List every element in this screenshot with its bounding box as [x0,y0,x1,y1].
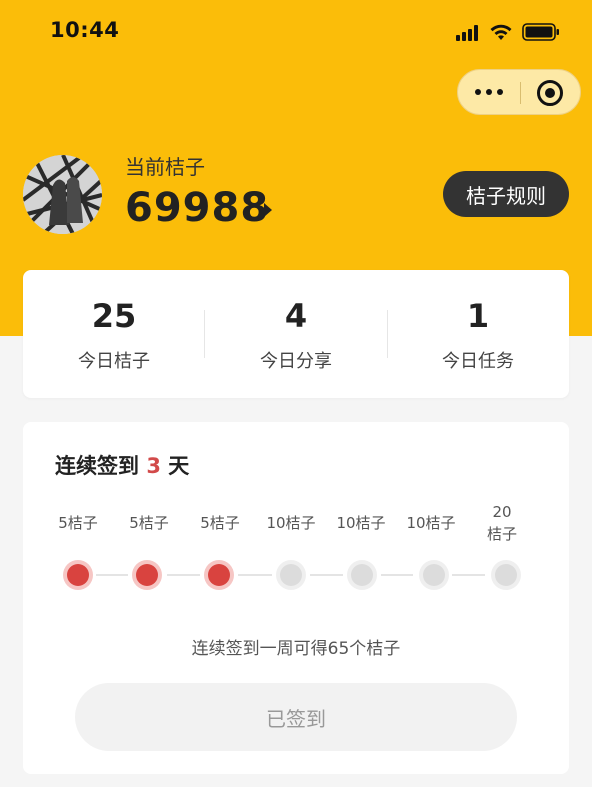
cellular-signal-icon [456,25,482,41]
stat-today-oranges: 25 今日桔子 [23,270,205,398]
stat-value: 25 [91,297,137,335]
checked-in-button[interactable]: 已签到 [75,683,517,751]
checkin-card: 连续签到 3 天 5桔子 5桔子 5桔子 10桔子 10桔子 10桔子 20桔子… [23,422,569,774]
more-icon[interactable] [458,70,520,114]
checkin-days-count: 3 [146,454,161,478]
checkin-hint: 连续签到一周可得65个桔子 [191,639,401,659]
reward-day-1: 5桔子 [58,514,98,532]
step-connector [96,574,128,576]
stat-label: 今日分享 [260,351,332,372]
step-connector [381,574,413,576]
stat-value: 4 [284,297,308,335]
day-dot-1 [67,564,89,586]
reward-day-6: 10桔子 [406,514,456,532]
capsule-divider [520,82,521,104]
checkin-title: 连续签到 3 天 [55,450,189,480]
reward-day-5: 10桔子 [336,514,386,532]
step-connector [238,574,272,576]
step-connector [167,574,200,576]
avatar[interactable] [23,155,102,234]
day-dot-2 [136,564,158,586]
reward-day-7: 20桔子 [486,503,517,543]
stat-label: 今日任务 [442,351,514,372]
points-value[interactable]: 69988 [125,185,269,231]
step-connector [310,574,343,576]
stat-today-tasks: 1 今日任务 [387,270,569,398]
capsule-menu [457,69,581,115]
rules-button[interactable]: 桔子规则 [443,171,569,217]
chevron-right-icon[interactable] [264,203,272,217]
stat-value: 1 [466,297,490,335]
checkin-title-suffix: 天 [168,454,190,478]
day-dot-3 [208,564,230,586]
reward-day-2: 5桔子 [129,514,169,532]
step-connector [452,574,485,576]
reward-day-3: 5桔子 [200,514,240,532]
stats-card: 25 今日桔子 4 今日分享 1 今日任务 [23,270,569,398]
stat-label: 今日桔子 [78,351,150,372]
day-dot-6 [423,564,445,586]
checkin-title-prefix: 连续签到 [55,454,139,478]
status-time: 10:44 [50,18,120,42]
reward-day-4: 10桔子 [266,514,316,532]
day-dot-7 [495,564,517,586]
battery-icon [522,23,559,41]
close-target-icon[interactable] [537,80,563,106]
current-points-label: 当前桔子 [125,155,205,179]
day-dot-5 [351,564,373,586]
stat-today-shares: 4 今日分享 [205,270,387,398]
wifi-icon [490,24,512,40]
day-dot-4 [280,564,302,586]
